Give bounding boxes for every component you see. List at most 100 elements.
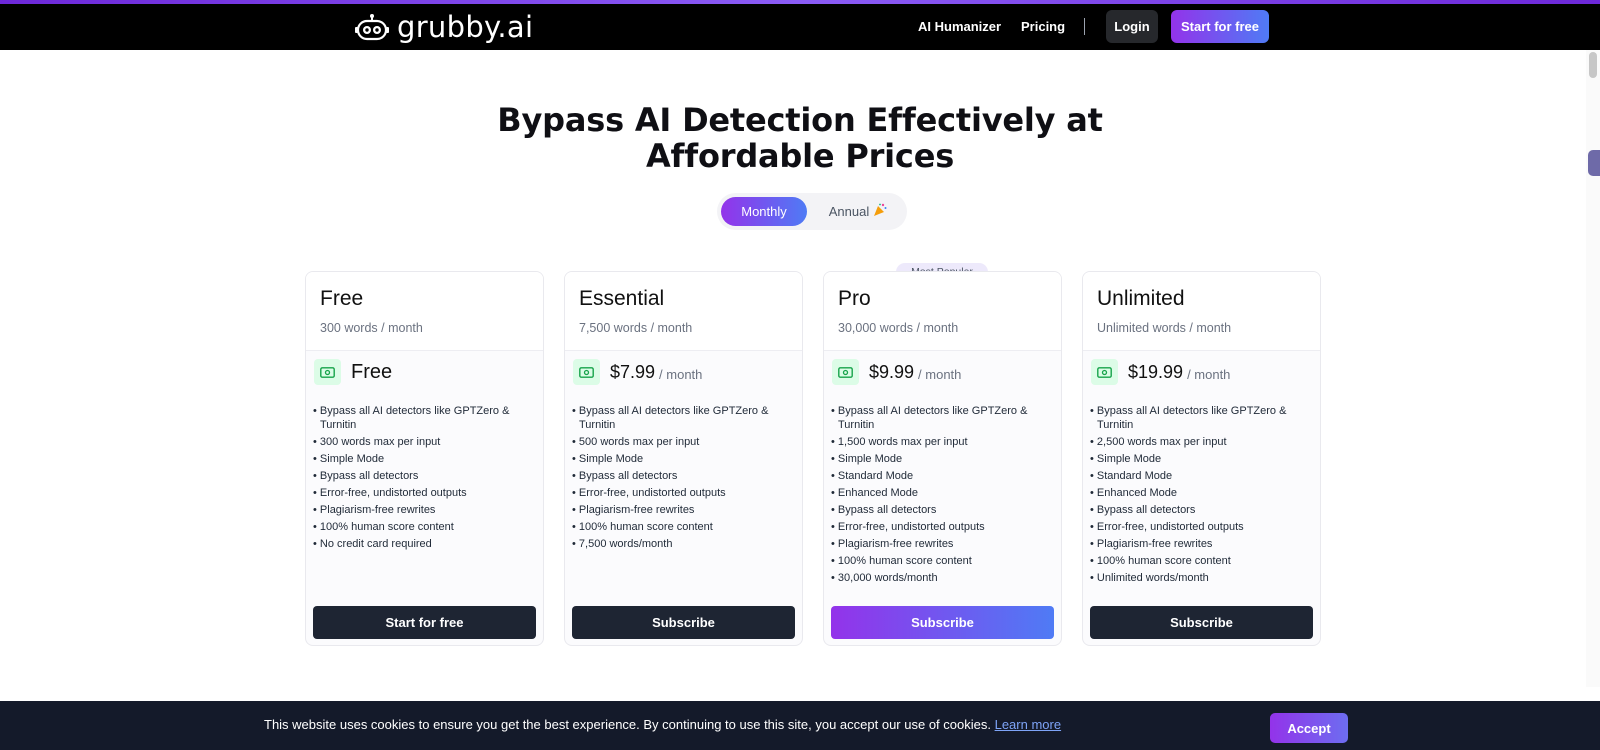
scrollbar-track[interactable]	[1586, 50, 1600, 687]
feature-item: • 2,500 words max per input	[1090, 435, 1227, 448]
money-icon	[314, 359, 341, 385]
plan-period: / month	[1187, 366, 1231, 382]
plan-price: $9.99	[869, 361, 915, 382]
money-icon	[573, 359, 600, 385]
feature-item: • 300 words max per input	[313, 435, 441, 448]
plan-header: Essential 7,500 words / month	[565, 272, 802, 351]
page-title-line-1: Bypass AI Detection Effectively at	[497, 101, 1103, 139]
plan-name: Pro	[838, 287, 871, 310]
plan-card-essential: Essential 7,500 words / month $7.99 / mo…	[564, 271, 803, 646]
feature-item: • Unlimited words/month	[1090, 571, 1209, 584]
robot-face-icon	[355, 13, 389, 41]
feature-item: • Standard Mode	[1090, 469, 1173, 482]
feature-item: • 1,500 words max per input	[831, 435, 968, 448]
plan-header: Pro 30,000 words / month	[824, 272, 1061, 351]
feature-item: • Simple Mode	[831, 452, 903, 465]
feature-item: • Bypass all detectors	[1090, 503, 1196, 516]
subscribe-essential-button[interactable]: Subscribe	[572, 606, 795, 639]
feature-item: • Bypass all detectors	[313, 469, 419, 482]
feature-item: • 100% human score content	[1090, 554, 1231, 567]
plan-words: Unlimited words / month	[1097, 321, 1232, 335]
scrollbar-thumb[interactable]	[1589, 52, 1597, 78]
plan-card-pro: Pro 30,000 words / month $9.99 / month •…	[823, 271, 1062, 646]
feature-list: • Bypass all AI detectors like GPTZero &…	[313, 405, 537, 555]
page-title: Bypass AI Detection Effectively at Affor…	[400, 102, 1200, 174]
cookie-banner: This website uses cookies to ensure you …	[0, 701, 1600, 750]
money-icon	[832, 359, 859, 385]
feature-item: • Simple Mode	[572, 452, 644, 465]
feature-item: • Bypass all AI detectors like GPTZero &…	[572, 405, 769, 431]
cookie-text: This website uses cookies to ensure you …	[264, 717, 991, 732]
plan-words: 300 words / month	[320, 321, 423, 335]
subscribe-unlimited-button[interactable]: Subscribe	[1090, 606, 1313, 639]
feature-item: • Enhanced Mode	[831, 486, 919, 499]
cookie-message: This website uses cookies to ensure you …	[264, 717, 1061, 732]
feature-list: • Bypass all AI detectors like GPTZero &…	[1090, 405, 1314, 589]
plan-name: Free	[320, 287, 364, 310]
nav-link-ai-humanizer[interactable]: AI Humanizer	[918, 19, 1001, 34]
plan-name: Unlimited	[1097, 287, 1185, 310]
toggle-annual[interactable]: Annual	[815, 197, 901, 226]
feature-item: • Plagiarism-free rewrites	[831, 537, 954, 550]
party-popper-icon	[873, 203, 887, 220]
price-row: $19.99 / month	[1091, 359, 1230, 385]
plan-card-unlimited: Unlimited Unlimited words / month $19.99…	[1082, 271, 1321, 646]
plan-header: Free 300 words / month	[306, 272, 543, 351]
plan-period: / month	[918, 366, 962, 382]
feature-item: • 100% human score content	[572, 520, 713, 533]
nav-divider	[1084, 18, 1085, 35]
feature-item: • Enhanced Mode	[1090, 486, 1178, 499]
start-for-free-button[interactable]: Start for free	[1171, 10, 1269, 43]
plan-period: / month	[659, 366, 703, 382]
toggle-annual-label: Annual	[828, 204, 870, 219]
feature-item: • Bypass all AI detectors like GPTZero &…	[831, 405, 1028, 431]
logo[interactable]: grubby.ai	[355, 10, 534, 44]
nav-link-pricing[interactable]: Pricing	[1021, 19, 1065, 34]
feature-item: • Error-free, undistorted outputs	[1090, 520, 1244, 533]
price-row: $7.99 / month	[573, 359, 702, 385]
plan-words: 7,500 words / month	[579, 321, 693, 335]
feature-item: • Bypass all detectors	[831, 503, 937, 516]
feature-item: • Plagiarism-free rewrites	[1090, 537, 1213, 550]
plan-name: Essential	[579, 287, 665, 310]
feature-list: • Bypass all AI detectors like GPTZero &…	[831, 405, 1055, 589]
feature-item: • Bypass all detectors	[572, 469, 678, 482]
feature-item: • 30,000 words/month	[831, 571, 938, 584]
billing-toggle: Monthly Annual	[717, 193, 907, 230]
feature-item: • Plagiarism-free rewrites	[313, 503, 436, 516]
plan-words: 30,000 words / month	[838, 321, 959, 335]
feature-item: • Simple Mode	[1090, 452, 1162, 465]
learn-more-link[interactable]: Learn more	[995, 717, 1061, 732]
navbar: grubby.ai AI Humanizer Pricing Login Sta…	[0, 4, 1600, 50]
feature-item: • Standard Mode	[831, 469, 914, 482]
feature-item: • Error-free, undistorted outputs	[313, 486, 467, 499]
plan-card-free: Free 300 words / month Free • Bypass all…	[305, 271, 544, 646]
plan-price: $7.99	[610, 361, 656, 382]
feature-item: • 7,500 words/month	[572, 537, 673, 550]
toggle-monthly[interactable]: Monthly	[721, 197, 807, 226]
money-icon	[1091, 359, 1118, 385]
feature-item: • Error-free, undistorted outputs	[831, 520, 985, 533]
page-title-line-2: Affordable Prices	[645, 137, 955, 175]
feature-item: • Simple Mode	[313, 452, 385, 465]
login-button[interactable]: Login	[1106, 10, 1158, 43]
feature-item: • Error-free, undistorted outputs	[572, 486, 726, 499]
accept-cookies-button[interactable]: Accept	[1270, 713, 1348, 743]
feature-item: • Plagiarism-free rewrites	[572, 503, 695, 516]
feature-item: • No credit card required	[313, 537, 432, 550]
subscribe-pro-button[interactable]: Subscribe	[831, 606, 1054, 639]
price-row: Free	[314, 359, 392, 385]
brand-name: grubby.ai	[397, 10, 534, 44]
plan-price: Free	[351, 360, 393, 383]
plan-price: $19.99	[1128, 361, 1184, 382]
feature-item: • 100% human score content	[831, 554, 972, 567]
start-for-free-plan-button[interactable]: Start for free	[313, 606, 536, 639]
feature-list: • Bypass all AI detectors like GPTZero &…	[572, 405, 796, 555]
side-feedback-tab[interactable]	[1588, 150, 1600, 176]
feature-item: • Bypass all AI detectors like GPTZero &…	[313, 405, 510, 431]
feature-item: • 500 words max per input	[572, 435, 700, 448]
feature-item: • Bypass all AI detectors like GPTZero &…	[1090, 405, 1287, 431]
feature-item: • 100% human score content	[313, 520, 454, 533]
plan-header: Unlimited Unlimited words / month	[1083, 272, 1320, 351]
price-row: $9.99 / month	[832, 359, 961, 385]
